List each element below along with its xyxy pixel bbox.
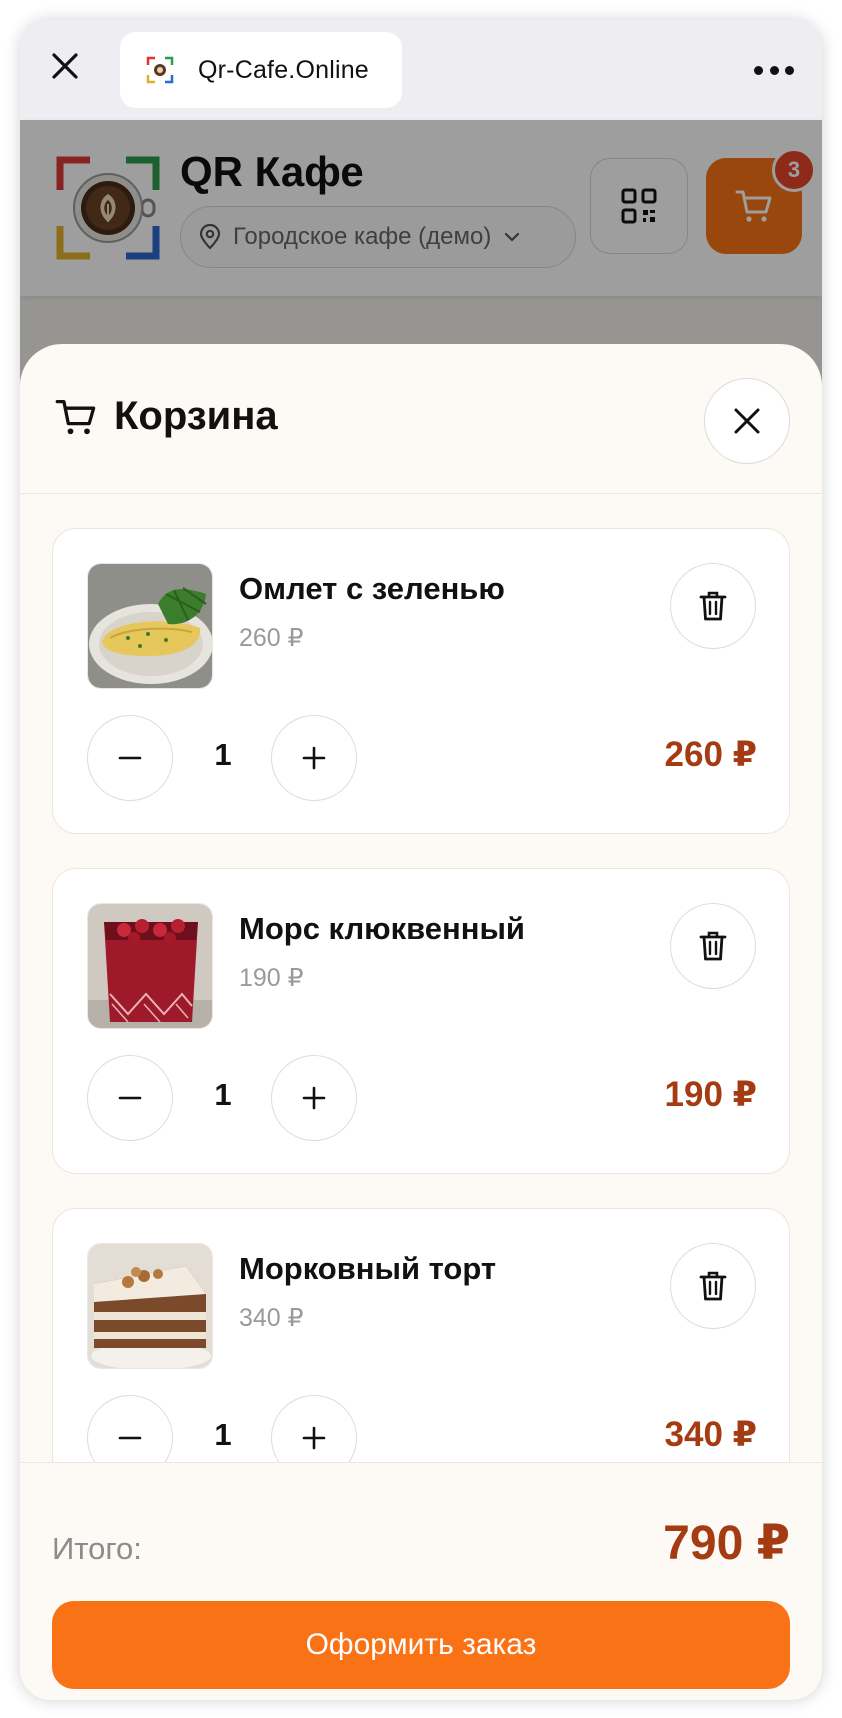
decrease-quantity-button[interactable] — [87, 715, 173, 801]
item-name: Омлет с зеленью — [239, 571, 505, 606]
item-total-price: 260 ₽ — [664, 735, 757, 774]
cart-drawer: Корзина Омлет с зеленью 260 ₽ 1 260 ₽ Мо… — [20, 344, 822, 1700]
total-label: Итого: — [52, 1531, 142, 1566]
checkout-button[interactable]: Оформить заказ — [52, 1601, 790, 1689]
cart-footer: Итого: 790 ₽ Оформить заказ — [20, 1462, 822, 1700]
increase-quantity-button[interactable] — [271, 715, 357, 801]
browser-close-button[interactable] — [47, 48, 83, 84]
site-favicon-icon — [146, 56, 174, 84]
decrease-quantity-button[interactable] — [87, 1055, 173, 1141]
item-image — [87, 903, 213, 1029]
item-unit-price: 260 ₽ — [239, 624, 304, 652]
phone-frame: Qr-Cafe.Online QR Кафе Городское кафе (д… — [20, 20, 822, 1700]
plus-icon — [302, 1086, 326, 1110]
cranberry-drink-image — [88, 904, 212, 1028]
minus-icon — [118, 1096, 142, 1100]
delete-item-button[interactable] — [670, 903, 756, 989]
carrot-cake-image — [88, 1244, 212, 1368]
item-unit-price: 340 ₽ — [239, 1304, 304, 1332]
item-quantity: 1 — [214, 737, 232, 772]
plus-icon — [302, 1426, 326, 1450]
item-name: Морковный торт — [239, 1251, 497, 1286]
item-total-price: 340 ₽ — [664, 1415, 757, 1454]
item-unit-price: 190 ₽ — [239, 964, 304, 992]
cart-title: Корзина — [114, 394, 278, 438]
close-icon — [52, 53, 78, 79]
item-quantity: 1 — [214, 1417, 232, 1452]
increase-quantity-button[interactable] — [271, 1055, 357, 1141]
total-value: 790 ₽ — [663, 1517, 790, 1570]
cart-icon — [55, 399, 96, 434]
item-image — [87, 1243, 213, 1369]
item-name: Морс клюквенный — [239, 911, 525, 946]
cart-drawer-header: Корзина — [20, 344, 822, 494]
minus-icon — [118, 1436, 142, 1440]
trash-icon — [699, 931, 727, 961]
cart-item: Морс клюквенный 190 ₽ 1 190 ₽ — [52, 868, 790, 1174]
delete-item-button[interactable] — [670, 1243, 756, 1329]
browser-bar: Qr-Cafe.Online — [20, 20, 822, 120]
url-bar[interactable]: Qr-Cafe.Online — [120, 32, 402, 108]
item-total-price: 190 ₽ — [664, 1075, 757, 1114]
minus-icon — [118, 756, 142, 760]
omelette-image — [88, 564, 212, 688]
plus-icon — [302, 746, 326, 770]
more-options-button[interactable] — [754, 60, 794, 80]
url-text: Qr-Cafe.Online — [198, 55, 369, 84]
close-icon — [734, 408, 760, 434]
cart-item: Омлет с зеленью 260 ₽ 1 260 ₽ — [52, 528, 790, 834]
more-horizontal-icon — [754, 65, 763, 75]
cart-close-button[interactable] — [704, 378, 790, 464]
trash-icon — [699, 591, 727, 621]
item-quantity: 1 — [214, 1077, 232, 1112]
item-image — [87, 563, 213, 689]
trash-icon — [699, 1271, 727, 1301]
cart-items-list[interactable]: Омлет с зеленью 260 ₽ 1 260 ₽ Морс клюкв… — [20, 496, 822, 1574]
delete-item-button[interactable] — [670, 563, 756, 649]
